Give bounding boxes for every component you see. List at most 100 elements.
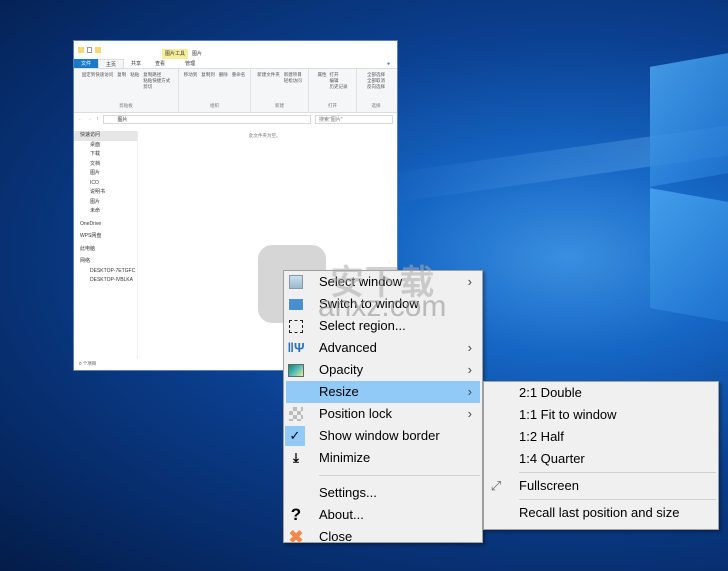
menu-label: Show window border [319,428,440,443]
group-label: 新建 [275,103,284,108]
tab-manage[interactable]: 管理 [178,59,202,68]
close-x-icon: ✖ [288,527,304,547]
nav-computer[interactable]: DESKTOP-IVBLKA [74,276,137,286]
menu-label: Minimize [319,450,371,465]
menu-label: Advanced [319,340,377,355]
navigation-pane: 快速访问 桌面 下载 文档 图片 ICO 说明书 图片 未命 OneDrive … [74,131,138,359]
nav-computer[interactable]: DESKTOP-7ETGFC [74,267,137,277]
status-bar: 0 个项目 [79,361,97,366]
menu-separator [519,499,716,500]
nav-quick-access[interactable]: 快速访问 [74,131,137,141]
menu-settings[interactable]: Settings... [284,482,482,504]
resize-fullscreen[interactable]: ⤢ Fullscreen [484,475,718,497]
help-icon[interactable]: ● [380,59,397,68]
easy-access-button[interactable]: 轻松访问 [284,78,302,84]
resize-half[interactable]: 1:2 Half [484,426,718,448]
menu-close[interactable]: ✖ Close [284,526,482,548]
tab-file[interactable]: 文件 [74,59,99,68]
menu-opacity[interactable]: Opacity › [284,359,482,381]
forward-icon[interactable]: → [87,116,92,122]
tab-view[interactable]: 查看 [148,59,172,68]
cut-button[interactable]: 剪切 [143,84,170,90]
group-label: 剪贴板 [119,103,133,108]
dashed-region-icon [287,317,305,335]
menu-label: Select region... [319,318,406,333]
opacity-icon [287,361,305,379]
nav-item[interactable]: ICO [74,179,137,189]
back-icon[interactable]: ← [78,116,83,122]
switch-window-icon [287,295,305,313]
nav-item[interactable]: 下载 [74,150,137,160]
window-list-icon [287,273,305,291]
nav-item[interactable]: 未命 [74,207,137,217]
menu-switch-to-window[interactable]: Switch to window [284,293,482,315]
menu-resize[interactable]: Resize › [286,381,480,403]
menu-separator [519,472,716,473]
nav-item[interactable]: 文档 [74,160,137,170]
resize-fit-to-window[interactable]: 1:1 Fit to window [484,404,718,426]
copy-to-button[interactable]: 复制到 [201,72,215,78]
chevron-right-icon: › [467,274,472,289]
menu-select-region[interactable]: Select region... [284,315,482,337]
menu-label: 1:2 Half [519,429,564,444]
title-bar: 图片工具 图片 [74,41,397,59]
chevron-right-icon: › [467,384,472,399]
properties-button[interactable]: 属性 [318,72,327,90]
nav-wps[interactable]: WPS网盘 [74,232,137,242]
menu-label: Resize [319,384,359,399]
tab-home[interactable]: 主页 [98,59,125,68]
menu-position-lock[interactable]: Position lock › [284,403,482,425]
menu-advanced[interactable]: ǁΨ Advanced › [284,337,482,359]
group-label: 组织 [210,103,219,108]
resize-recall-last[interactable]: Recall last position and size [484,502,718,524]
menu-select-window[interactable]: Select window › [284,271,482,293]
menu-label: Position lock [319,406,392,421]
ribbon-group-clipboard: 固定到快速访问 复制 粘贴 复制路径 粘贴快捷方式 剪切 剪贴板 [74,69,179,112]
tools-icon: ǁΨ [287,340,305,355]
paste-button[interactable]: 粘贴 [130,72,139,90]
menu-label: About... [319,507,364,522]
nav-network[interactable]: 网络 [74,257,137,267]
up-icon[interactable]: ↑ [96,116,99,122]
ribbon-group-organize: 移动到 复制到 删除 重命名 组织 [179,69,251,112]
resize-double[interactable]: 2:1 Double [484,382,718,404]
nav-item[interactable]: 说明书 [74,188,137,198]
ribbon: 固定到快速访问 复制 粘贴 复制路径 粘贴快捷方式 剪切 剪贴板 移动到 复制到 删除 重命名 … [74,69,397,113]
move-to-button[interactable]: 移动到 [184,72,198,78]
question-icon: ? [290,505,302,524]
nav-onedrive[interactable]: OneDrive [74,220,137,230]
nav-this-pc[interactable]: 此电脑 [74,245,137,255]
search-input[interactable]: 搜索"图片" [315,114,393,124]
menu-label: 2:1 Double [519,385,582,400]
properties-icon[interactable] [87,47,92,53]
chevron-right-icon: › [467,340,472,355]
ribbon-tabs: 文件 主页 共享 查看 管理 ● [74,59,397,69]
window-title: 图片 [192,51,203,57]
picture-tools-tab[interactable]: 图片工具 [162,49,189,59]
copy-button[interactable]: 复制 [117,72,126,90]
invert-selection-button[interactable]: 反向选择 [367,84,385,90]
menu-about[interactable]: ? About... [284,504,482,526]
group-label: 选择 [371,103,381,108]
menu-label: Recall last position and size [519,505,680,520]
nav-item[interactable]: 图片 [74,169,137,179]
ribbon-group-select: 全部选择 全部取消 反向选择 选择 [357,69,395,112]
chevron-right-icon: › [467,406,472,421]
address-bar[interactable]: 图片 [102,114,311,124]
history-button[interactable]: 历史记录 [330,84,348,90]
resize-quarter[interactable]: 1:4 Quarter [484,448,718,470]
windows-logo-pane [650,188,728,322]
nav-item[interactable]: 图片 [74,198,137,208]
delete-button[interactable]: 删除 [219,72,228,78]
windows-logo-pane [650,53,728,187]
menu-minimize[interactable]: ⤓ Minimize [284,447,482,469]
minimize-icon: ⤓ [293,450,299,465]
group-label: 打开 [328,103,337,108]
rename-button[interactable]: 重命名 [232,72,246,78]
menu-show-window-border[interactable]: ✓ Show window border [284,425,482,447]
new-folder-button[interactable]: 新建文件夹 [257,72,280,84]
tab-share[interactable]: 共享 [124,59,148,68]
nav-item[interactable]: 桌面 [74,141,137,151]
pin-button[interactable]: 固定到快速访问 [82,72,114,90]
empty-folder-text: 此文件夹为空。 [249,133,281,138]
